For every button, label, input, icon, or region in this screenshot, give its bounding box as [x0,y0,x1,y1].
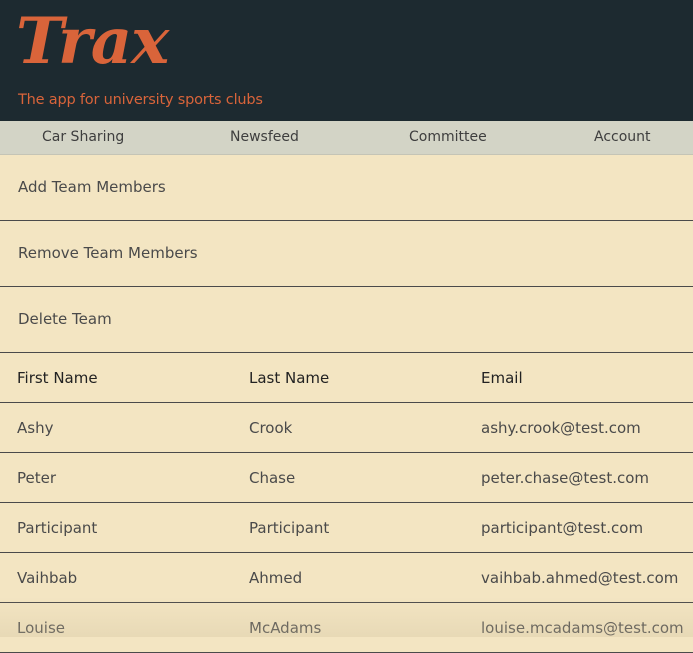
first-name-cell: Peter [0,453,232,503]
email-cell: peter.chase@test.com [464,453,693,503]
main-nav: Car Sharing Newsfeed Committee Account [0,121,693,155]
last-name-cell: Participant [232,503,464,553]
logo[interactable]: Trax [16,2,168,82]
email-cell: louise.mcadams@test.com [464,603,693,653]
email-cell: participant@test.com [464,503,693,553]
delete-team-button[interactable]: Delete Team [0,287,693,353]
table-row[interactable]: Ashy Crook ashy.crook@test.com [0,403,693,453]
add-team-members-button[interactable]: Add Team Members [0,155,693,221]
column-header-last-name: Last Name [232,353,464,403]
tagline: The app for university sports clubs [18,92,263,108]
first-name-cell: Participant [0,503,232,553]
last-name-cell: Ahmed [232,553,464,603]
email-cell: vaihbab.ahmed@test.com [464,553,693,603]
first-name-cell: Vaihbab [0,553,232,603]
column-header-email: Email [464,353,693,403]
nav-item-account[interactable]: Account [594,121,651,154]
column-header-first-name: First Name [0,353,232,403]
nav-item-newsfeed[interactable]: Newsfeed [230,121,299,154]
table-header-row: First Name Last Name Email [0,353,693,403]
app-header: Trax The app for university sports clubs [0,0,693,121]
table-row[interactable]: Peter Chase peter.chase@test.com [0,453,693,503]
nav-item-car-sharing[interactable]: Car Sharing [42,121,124,154]
table-row[interactable]: Louise McAdams louise.mcadams@test.com [0,603,693,653]
last-name-cell: Chase [232,453,464,503]
last-name-cell: Crook [232,403,464,453]
team-members-table: First Name Last Name Email Ashy Crook as… [0,353,693,653]
table-row[interactable]: Vaihbab Ahmed vaihbab.ahmed@test.com [0,553,693,603]
table-row[interactable]: Participant Participant participant@test… [0,503,693,553]
last-name-cell: McAdams [232,603,464,653]
first-name-cell: Ashy [0,403,232,453]
nav-item-committee[interactable]: Committee [409,121,487,154]
team-actions: Add Team Members Remove Team Members Del… [0,155,693,353]
email-cell: ashy.crook@test.com [464,403,693,453]
remove-team-members-button[interactable]: Remove Team Members [0,221,693,287]
first-name-cell: Louise [0,603,232,653]
